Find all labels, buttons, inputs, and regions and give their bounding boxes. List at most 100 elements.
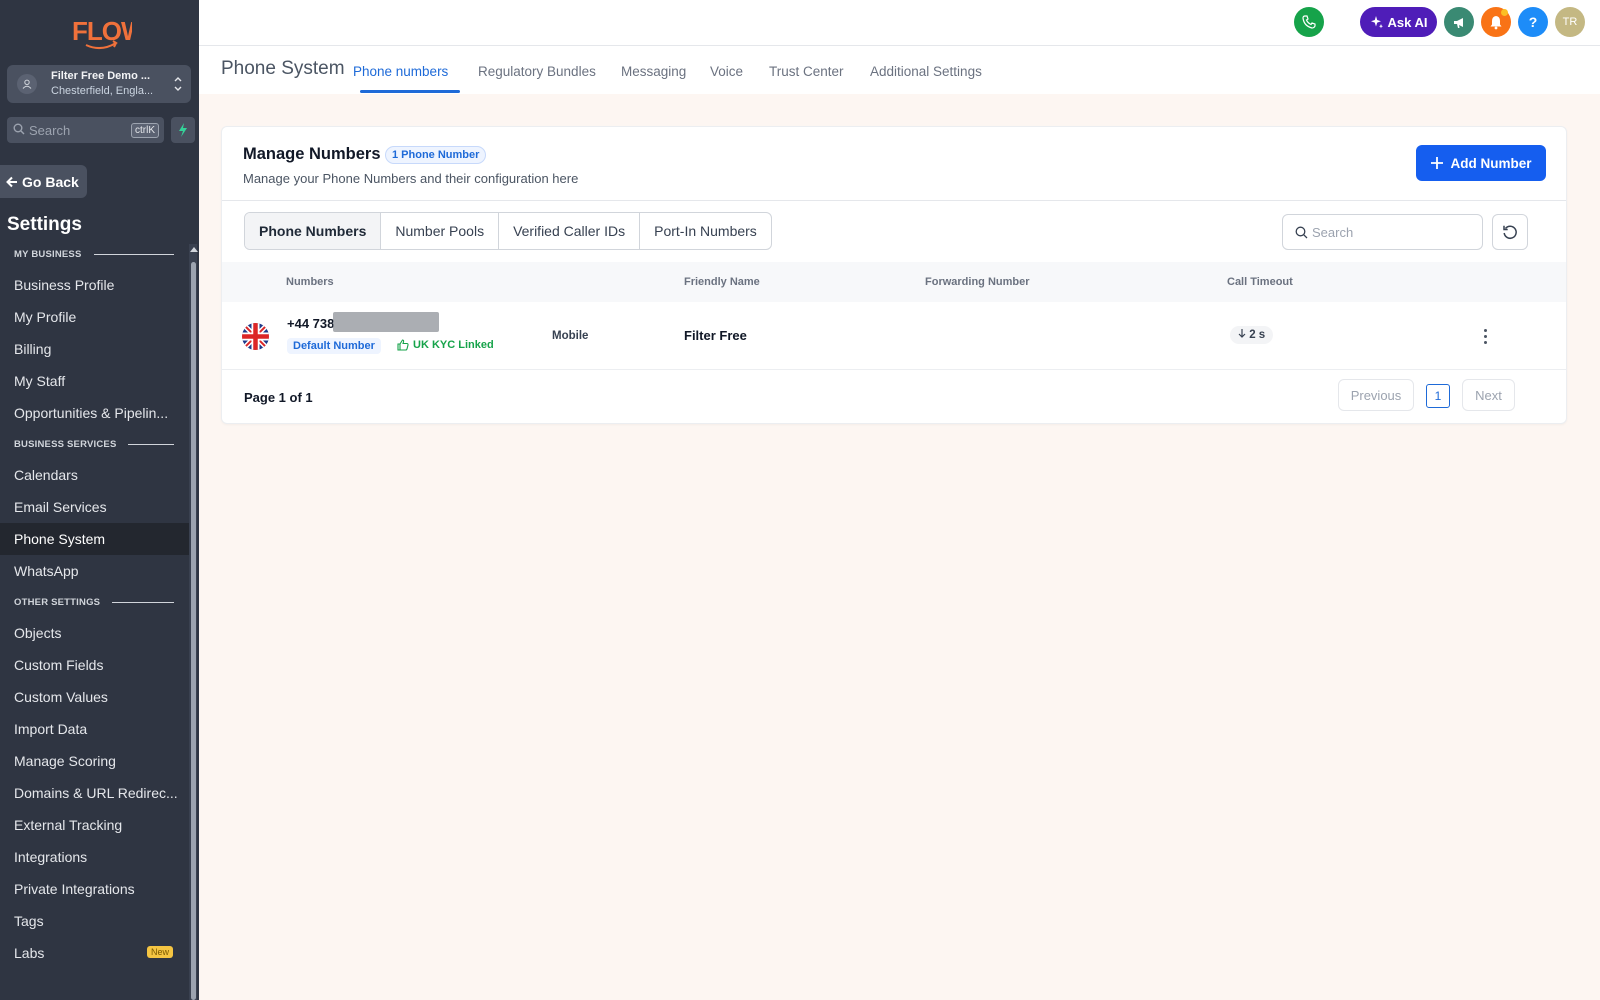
sidebar-item-external-tracking[interactable]: External Tracking (0, 809, 189, 841)
page-title: Phone System (221, 58, 345, 79)
go-back-button[interactable]: Go Back (0, 165, 87, 198)
flow-logo[interactable]: FLOW (70, 12, 147, 52)
card-title: Manage Numbers (243, 145, 381, 163)
number-type: Mobile (552, 330, 589, 342)
sidebar-item-private-integrations[interactable]: Private Integrations (0, 873, 189, 905)
segment-port-in-numbers[interactable]: Port-In Numbers (640, 213, 771, 249)
sidebar-item-domains[interactable]: Domains & URL Redirec... (0, 777, 189, 809)
sidebar-item-custom-values[interactable]: Custom Values (0, 681, 189, 713)
settings-title: Settings (7, 214, 82, 235)
sidebar-item-billing[interactable]: Billing (0, 333, 189, 365)
sidebar-item-objects[interactable]: Objects (0, 617, 189, 649)
page-indicator: Page 1 of 1 (244, 390, 313, 405)
sidebar-item-labs[interactable]: Labs New (0, 937, 189, 969)
column-numbers[interactable]: Numbers (286, 276, 334, 288)
tab-additional-settings[interactable]: Additional Settings (870, 64, 982, 79)
section-divider (112, 602, 174, 603)
manage-numbers-card: Manage Numbers 1 Phone Number Manage you… (221, 126, 1567, 424)
segment-verified-caller-ids[interactable]: Verified Caller IDs (499, 213, 641, 249)
quick-actions-button[interactable] (171, 117, 195, 143)
svg-text:?: ? (1529, 15, 1538, 29)
column-forwarding-number[interactable]: Forwarding Number (925, 276, 1030, 288)
section-label-my-business: MY BUSINESS (14, 249, 174, 260)
phone-call-button[interactable] (1294, 7, 1324, 37)
notifications-button[interactable] (1481, 7, 1511, 37)
location-avatar-icon (17, 74, 37, 94)
sidebar-item-calendars[interactable]: Calendars (0, 459, 189, 491)
section-label-other-settings: OTHER SETTINGS (14, 597, 174, 608)
sidebar-item-import-data[interactable]: Import Data (0, 713, 189, 745)
sidebar-item-my-profile[interactable]: My Profile (0, 301, 189, 333)
table-header: Numbers Friendly Name Forwarding Number … (222, 262, 1566, 302)
segment-number-pools[interactable]: Number Pools (381, 213, 500, 249)
section-label-business-services: BUSINESS SERVICES (14, 439, 174, 450)
refresh-icon (1503, 225, 1517, 239)
number-type-switcher: Phone Numbers Number Pools Verified Call… (244, 212, 772, 250)
sidebar-item-email-services[interactable]: Email Services (0, 491, 189, 523)
active-tab-indicator (360, 90, 460, 93)
help-button[interactable]: ? (1518, 7, 1548, 37)
tab-messaging[interactable]: Messaging (621, 64, 686, 79)
sidebar: FLOW Filter Free Demo ... Chesterfield, … (0, 0, 199, 1000)
tab-phone-numbers[interactable]: Phone numbers (353, 64, 448, 79)
kyc-label: UK KYC Linked (413, 339, 494, 351)
plus-icon (1430, 157, 1443, 169)
bell-icon (1490, 15, 1502, 29)
redacted-digits (333, 312, 439, 332)
column-call-timeout[interactable]: Call Timeout (1227, 276, 1293, 288)
page-tabs: Phone System Phone numbers Regulatory Bu… (199, 46, 1600, 94)
phone-number: +44 738 (287, 316, 335, 331)
table-row[interactable]: +44 738 Default Number UK KYC Linked Mob… (222, 302, 1566, 370)
friendly-name: Filter Free (684, 328, 747, 343)
arrow-down-icon (1238, 329, 1246, 338)
megaphone-icon (1453, 17, 1463, 28)
section-divider (93, 254, 174, 255)
sidebar-item-integrations[interactable]: Integrations (0, 841, 189, 873)
user-avatar[interactable]: TR (1555, 7, 1585, 37)
table-search-input[interactable]: Search (1282, 214, 1483, 250)
page-number-button[interactable]: 1 (1426, 384, 1450, 408)
account-location: Chesterfield, Engla... (51, 85, 154, 97)
sidebar-item-business-profile[interactable]: Business Profile (0, 269, 189, 301)
search-icon (13, 123, 25, 135)
new-badge: New (147, 946, 174, 958)
table-search-placeholder: Search (1312, 225, 1354, 240)
sidebar-item-tags[interactable]: Tags (0, 905, 189, 937)
previous-page-button[interactable]: Previous (1338, 379, 1414, 411)
sidebar-item-opportunities[interactable]: Opportunities & Pipelin... (0, 397, 189, 429)
sidebar-item-custom-fields[interactable]: Custom Fields (0, 649, 189, 681)
search-placeholder: Search (29, 123, 71, 138)
go-back-label: Go Back (22, 173, 79, 190)
call-timeout-value: 2 s (1249, 329, 1266, 341)
search-icon (1295, 226, 1308, 239)
announcements-button[interactable] (1444, 7, 1474, 37)
scroll-up-arrow-icon[interactable] (190, 246, 198, 254)
sidebar-item-manage-scoring[interactable]: Manage Scoring (0, 745, 189, 777)
top-bar: Ask AI ? TR (199, 0, 1600, 46)
ask-ai-label: Ask AI (1387, 14, 1428, 30)
column-friendly-name[interactable]: Friendly Name (684, 276, 760, 288)
sidebar-scroll-thumb[interactable] (191, 262, 196, 1000)
chevron-updown-icon (174, 77, 182, 91)
sparkle-icon (1370, 16, 1383, 29)
next-page-button[interactable]: Next (1462, 379, 1515, 411)
account-switcher[interactable]: Filter Free Demo ... Chesterfield, Engla… (7, 65, 191, 103)
default-number-badge: Default Number (287, 338, 381, 354)
refresh-button[interactable] (1492, 214, 1528, 250)
row-actions-menu-icon[interactable] (1477, 322, 1493, 350)
ask-ai-button[interactable]: Ask AI (1360, 7, 1437, 37)
tab-regulatory-bundles[interactable]: Regulatory Bundles (478, 64, 596, 79)
tab-trust-center[interactable]: Trust Center (769, 64, 844, 79)
sidebar-item-my-staff[interactable]: My Staff (0, 365, 189, 397)
notification-dot (1501, 9, 1508, 16)
phone-count-badge: 1 Phone Number (385, 146, 487, 164)
call-timeout-badge: 2 s (1230, 326, 1274, 344)
sidebar-search-input[interactable]: Search ctrlK (7, 117, 164, 143)
tab-voice[interactable]: Voice (710, 64, 743, 79)
svg-text:FLOW: FLOW (72, 16, 132, 46)
sidebar-item-phone-system[interactable]: Phone System (0, 523, 189, 555)
kyc-status: UK KYC Linked (397, 339, 494, 351)
add-number-button[interactable]: Add Number (1416, 145, 1546, 181)
sidebar-item-whatsapp[interactable]: WhatsApp (0, 555, 189, 587)
segment-phone-numbers[interactable]: Phone Numbers (245, 213, 382, 249)
